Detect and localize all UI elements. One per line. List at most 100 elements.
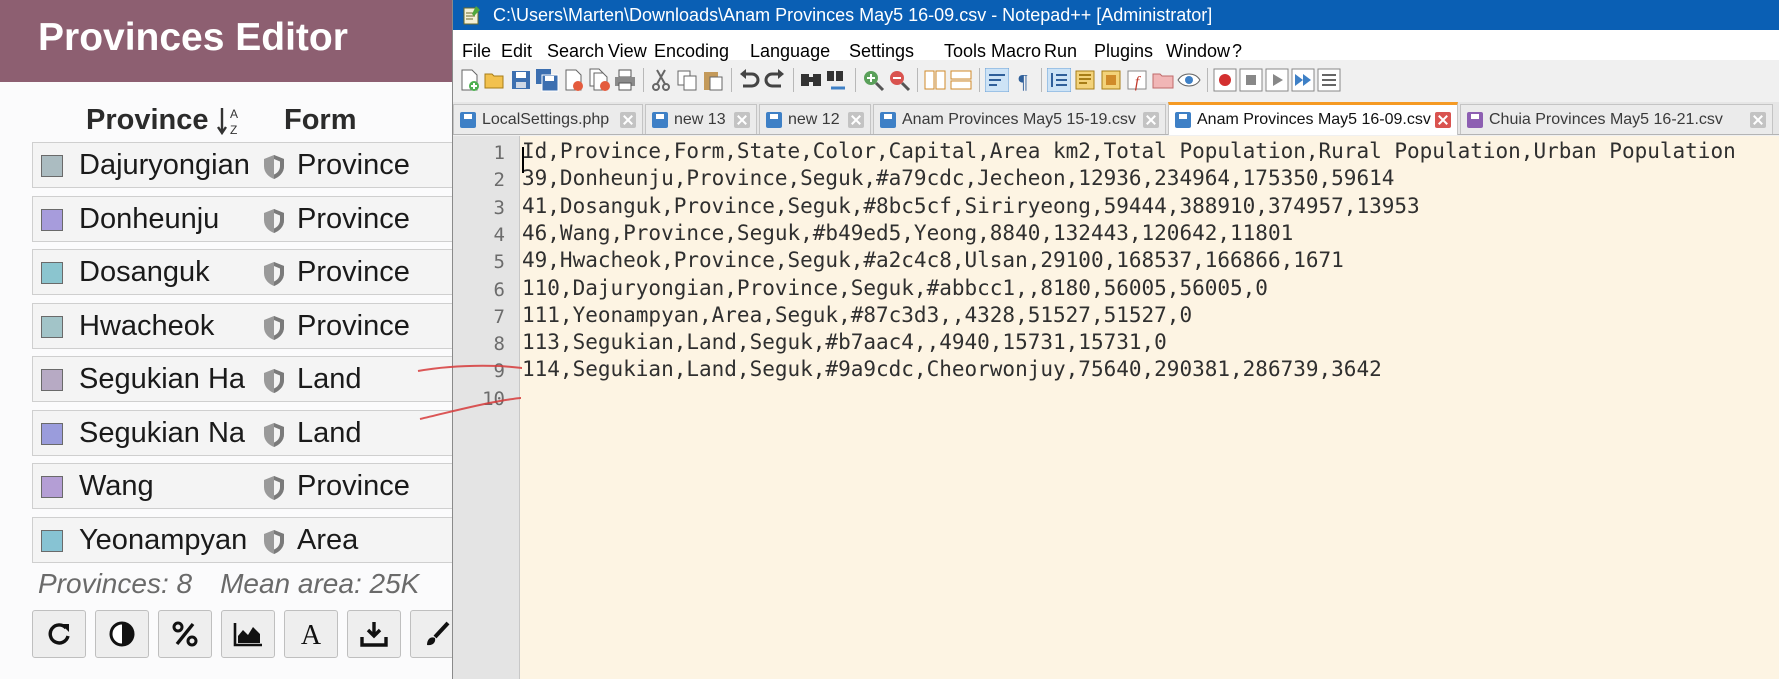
find-icon[interactable] bbox=[799, 68, 823, 92]
sort-alpha-icon[interactable]: A Z bbox=[216, 104, 246, 138]
area-chart-button[interactable] bbox=[221, 610, 275, 658]
zoom-out-icon[interactable] bbox=[887, 68, 911, 92]
color-swatch[interactable] bbox=[41, 155, 63, 177]
code-line[interactable]: 114,Segukian,Land,Seguk,#9a9cdc,Cheorwon… bbox=[522, 357, 1382, 381]
word-wrap-icon[interactable] bbox=[985, 68, 1009, 92]
menu-run[interactable]: Run bbox=[1044, 41, 1077, 62]
code-line[interactable]: 46,Wang,Province,Seguk,#b49ed5,Yeong,884… bbox=[522, 221, 1293, 245]
color-swatch[interactable] bbox=[41, 315, 63, 338]
file-tab[interactable]: new 12 bbox=[759, 104, 871, 134]
doc-map-icon[interactable] bbox=[1073, 68, 1097, 92]
menu-help[interactable]: ? bbox=[1232, 41, 1242, 62]
folder-workspace-icon[interactable] bbox=[1151, 68, 1175, 92]
replace-icon[interactable] bbox=[825, 68, 849, 92]
code-line[interactable]: 111,Yeonampyan,Area,Seguk,#87c3d3,,4328,… bbox=[522, 303, 1192, 327]
shield-icon bbox=[264, 529, 284, 554]
code-line[interactable]: 110,Dajuryongian,Province,Seguk,#abbcc1,… bbox=[522, 276, 1268, 300]
color-swatch[interactable] bbox=[41, 208, 63, 231]
code-line[interactable]: 39,Donheunju,Province,Seguk,#a79cdc,Jech… bbox=[522, 166, 1394, 190]
color-swatch[interactable] bbox=[41, 529, 63, 552]
sync-vertical-icon[interactable] bbox=[923, 68, 947, 92]
file-tab[interactable]: new 13 bbox=[645, 104, 757, 134]
function-list-icon[interactable] bbox=[1099, 68, 1123, 92]
function-icon[interactable]: f bbox=[1125, 68, 1149, 92]
new-file-icon[interactable] bbox=[457, 68, 481, 92]
undo-icon[interactable] bbox=[737, 68, 761, 92]
show-all-chars-icon[interactable]: ¶ bbox=[1011, 68, 1035, 92]
notepad-logo-icon bbox=[463, 6, 480, 25]
refresh-button[interactable] bbox=[32, 610, 86, 658]
indent-guide-icon[interactable] bbox=[1047, 68, 1071, 92]
save-all-icon[interactable] bbox=[535, 68, 559, 92]
close-tab-icon[interactable] bbox=[1143, 112, 1159, 128]
close-tab-icon[interactable] bbox=[620, 112, 636, 128]
file-tab[interactable]: Anam Provinces May5 16-09.csv bbox=[1168, 102, 1458, 135]
line-number: 6 bbox=[493, 278, 505, 301]
menu-view[interactable]: View bbox=[608, 41, 647, 62]
percent-icon bbox=[172, 621, 198, 647]
close-tab-icon[interactable] bbox=[1435, 112, 1451, 128]
province-row[interactable]: Hwacheok Province bbox=[32, 302, 452, 349]
sync-horizontal-icon[interactable] bbox=[949, 68, 973, 92]
open-file-icon[interactable] bbox=[483, 68, 507, 92]
contrast-button[interactable] bbox=[95, 610, 149, 658]
paste-icon[interactable] bbox=[701, 68, 725, 92]
zoom-in-icon[interactable] bbox=[861, 68, 885, 92]
menu-language[interactable]: Language bbox=[750, 41, 830, 62]
print-icon[interactable] bbox=[613, 68, 637, 92]
menu-macro[interactable]: Macro bbox=[991, 41, 1041, 62]
province-row[interactable]: Wang Province bbox=[32, 463, 452, 509]
code-line[interactable]: 41,Dosanguk,Province,Seguk,#8bc5cf,Sirir… bbox=[522, 194, 1420, 218]
play-macro-icon[interactable] bbox=[1265, 68, 1289, 92]
menu-window[interactable]: Window bbox=[1166, 41, 1230, 62]
province-column-header[interactable]: Province bbox=[86, 104, 209, 137]
line-number: 2 bbox=[493, 169, 505, 192]
color-swatch[interactable] bbox=[41, 262, 63, 284]
menu-search[interactable]: Search bbox=[547, 41, 604, 62]
color-swatch[interactable] bbox=[41, 369, 63, 391]
stop-macro-icon[interactable] bbox=[1239, 68, 1263, 92]
file-tab[interactable]: Chuia Provinces May5 16-21.csv bbox=[1460, 104, 1773, 134]
menu-tools[interactable]: Tools bbox=[944, 41, 986, 62]
close-file-icon[interactable] bbox=[561, 68, 585, 92]
province-row[interactable]: Segukian Na Land bbox=[32, 409, 452, 456]
color-swatch[interactable] bbox=[41, 476, 63, 498]
file-tab[interactable]: LocalSettings.php bbox=[453, 104, 643, 134]
province-row[interactable]: Yeonampyan Area bbox=[32, 516, 452, 563]
form-column-header[interactable]: Form bbox=[284, 104, 357, 137]
font-button[interactable]: A bbox=[284, 610, 338, 658]
redo-icon[interactable] bbox=[763, 68, 787, 92]
shield-icon bbox=[264, 476, 284, 500]
line-number: 8 bbox=[493, 333, 505, 356]
close-tab-icon[interactable] bbox=[848, 112, 864, 128]
code-line[interactable]: 113,Segukian,Land,Seguk,#b7aac4,,4940,15… bbox=[522, 330, 1167, 354]
file-tab[interactable]: Anam Provinces May5 15-19.csv bbox=[873, 104, 1166, 134]
save-icon[interactable] bbox=[509, 68, 533, 92]
province-row[interactable]: Dajuryongian Province bbox=[32, 142, 452, 188]
province-row[interactable]: Donheunju Province bbox=[32, 195, 452, 242]
monitor-eye-icon[interactable] bbox=[1177, 68, 1201, 92]
menu-edit[interactable]: Edit bbox=[501, 41, 532, 62]
download-button[interactable] bbox=[347, 610, 401, 658]
text-editor[interactable]: Id,Province,Form,State,Color,Capital,Are… bbox=[520, 136, 1779, 679]
color-swatch[interactable] bbox=[41, 422, 63, 445]
run-multiple-macro-icon[interactable] bbox=[1291, 68, 1315, 92]
menu-plugins[interactable]: Plugins bbox=[1094, 41, 1153, 62]
brush-button[interactable] bbox=[410, 610, 452, 658]
copy-icon[interactable] bbox=[675, 68, 699, 92]
province-row[interactable]: Dosanguk Province bbox=[32, 249, 452, 295]
menu-settings[interactable]: Settings bbox=[849, 41, 914, 62]
province-row[interactable]: Segukian Ha Land bbox=[32, 356, 452, 402]
close-tab-icon[interactable] bbox=[1750, 112, 1766, 128]
cut-icon[interactable] bbox=[649, 68, 673, 92]
menu-file[interactable]: File bbox=[462, 41, 491, 62]
code-line[interactable]: 49,Hwacheok,Province,Seguk,#a2c4c8,Ulsan… bbox=[522, 248, 1344, 272]
close-tab-icon[interactable] bbox=[734, 112, 750, 128]
menu-encoding[interactable]: Encoding bbox=[654, 41, 729, 62]
record-macro-icon[interactable] bbox=[1213, 68, 1237, 92]
close-all-icon[interactable] bbox=[587, 68, 611, 92]
svg-text:Z: Z bbox=[230, 123, 237, 137]
save-macro-icon[interactable] bbox=[1317, 68, 1341, 92]
code-line[interactable]: Id,Province,Form,State,Color,Capital,Are… bbox=[522, 139, 1736, 163]
percent-button[interactable] bbox=[158, 610, 212, 658]
